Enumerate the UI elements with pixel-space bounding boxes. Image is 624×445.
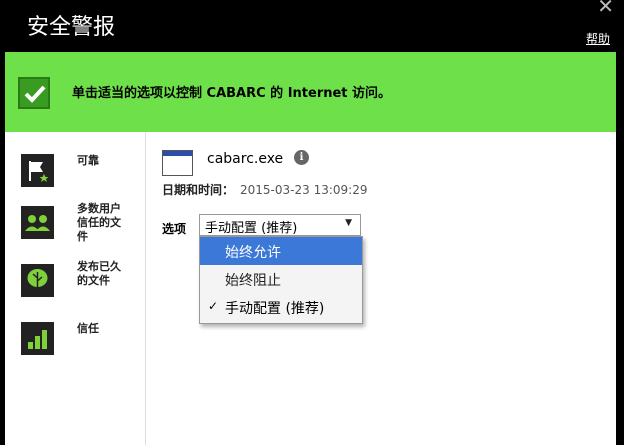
users-icon: [21, 206, 54, 239]
signal-bars-icon: [21, 322, 54, 355]
content-panel: 可靠 多数用户信任的文件 发布已久的文件 信任 cabarc.exe i 日期和…: [5, 132, 616, 445]
option-manual-config[interactable]: ✓ 手动配置 (推荐): [200, 293, 362, 321]
main-panel: cabarc.exe i 日期和时间： 2015-03-23 13:09:29 选…: [162, 132, 612, 445]
checkmark-icon: [18, 77, 50, 109]
sidebar-item-label: 信任: [77, 322, 99, 335]
date-time-label: 日期和时间：: [162, 183, 235, 197]
tree-icon: [21, 264, 54, 297]
options-select[interactable]: 手动配置 (推荐) ▼: [199, 214, 361, 236]
options-dropdown: 始终允许 始终阻止 ✓ 手动配置 (推荐): [199, 236, 363, 324]
application-icon: [162, 150, 193, 176]
date-time-row: 日期和时间： 2015-03-23 13:09:29: [162, 181, 367, 198]
window-title: 安全警报: [27, 15, 116, 40]
check-icon: ✓: [208, 299, 219, 313]
sidebar-item-label: 可靠: [77, 154, 99, 167]
options-label: 选项: [162, 222, 187, 236]
option-always-allow[interactable]: 始终允许: [200, 237, 362, 265]
sidebar-item-label: 多数用户信任的文件: [77, 202, 121, 243]
banner-message: 单击适当的选项以控制 CABARC 的 Internet 访问。: [72, 86, 392, 101]
info-icon[interactable]: i: [294, 150, 309, 165]
alert-banner: 单击适当的选项以控制 CABARC 的 Internet 访问。: [5, 52, 616, 132]
title-bar: 安全警报 ✕ 帮助: [0, 0, 624, 52]
help-link[interactable]: 帮助: [586, 30, 610, 47]
flag-star-icon: [21, 154, 54, 187]
file-name: cabarc.exe: [207, 151, 284, 167]
sidebar-item-label: 发布已久的文件: [77, 260, 121, 287]
option-always-block[interactable]: 始终阻止: [200, 265, 362, 293]
select-value: 手动配置 (推荐): [205, 221, 298, 236]
sidebar: 可靠 多数用户信任的文件 发布已久的文件 信任: [5, 132, 146, 445]
date-time-value: 2015-03-23 13:09:29: [240, 183, 368, 197]
close-icon[interactable]: ✕: [597, 0, 614, 18]
chevron-down-icon: ▼: [345, 218, 352, 228]
